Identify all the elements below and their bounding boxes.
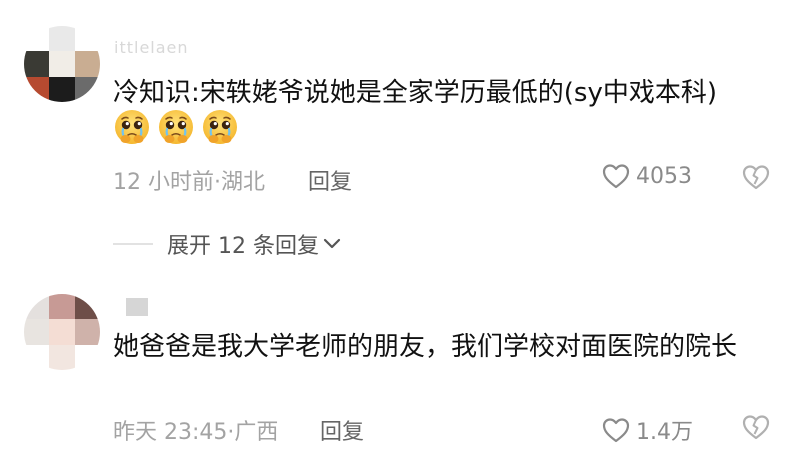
avatar-pixel — [49, 51, 75, 77]
heart-icon — [602, 418, 630, 443]
comment-text: 她爸爸是我大学老师的朋友，我们学校对面医院的院长 — [113, 332, 738, 362]
emoji-row — [113, 108, 239, 146]
avatar-pixel — [49, 319, 75, 345]
username-redacted[interactable] — [126, 298, 148, 316]
avatar-pixel — [74, 294, 100, 320]
avatar-pixel — [49, 344, 75, 370]
like-button[interactable]: 4053 — [602, 163, 692, 189]
reply-button[interactable]: 回复 — [308, 164, 352, 196]
like-count: 1.4万 — [636, 420, 693, 445]
broken-heart-icon — [742, 165, 770, 190]
avatar-pixel — [24, 319, 50, 345]
dislike-button[interactable] — [742, 414, 770, 444]
pleading-face-icon — [157, 108, 195, 146]
comment-meta: 12 小时前·湖北 — [113, 164, 265, 196]
heart-icon — [602, 164, 630, 189]
divider — [113, 243, 153, 245]
comment-meta: 昨天 23:45·广西 — [113, 414, 278, 446]
separator: · — [214, 170, 221, 195]
pleading-face-icon — [113, 108, 151, 146]
broken-heart-icon — [742, 415, 770, 440]
like-button[interactable]: 1.4万 — [602, 414, 693, 446]
avatar[interactable] — [24, 26, 100, 102]
avatar-pixel — [49, 26, 75, 52]
timestamp: 昨天 23:45 — [113, 420, 228, 445]
pleading-face-icon — [201, 108, 239, 146]
avatar-pixel — [24, 344, 50, 370]
location: 广西 — [234, 420, 279, 445]
avatar-pixel — [24, 76, 50, 102]
dislike-button[interactable] — [742, 164, 770, 194]
avatar-pixel — [74, 51, 100, 77]
reply-button[interactable]: 回复 — [320, 414, 364, 446]
expand-replies-button[interactable]: 展开 12 条回复 — [113, 228, 341, 260]
location: 湖北 — [221, 170, 266, 195]
avatar-pixel — [74, 26, 100, 52]
avatar-pixel — [74, 344, 100, 370]
chevron-down-icon — [323, 238, 341, 249]
timestamp: 12 小时前 — [113, 170, 214, 195]
expand-replies-label: 展开 12 条回复 — [167, 234, 319, 259]
username[interactable]: ittlelaen — [114, 38, 189, 57]
avatar-pixel — [74, 319, 100, 345]
avatar-pixel — [24, 26, 50, 52]
avatar[interactable] — [24, 294, 100, 370]
avatar-pixel — [24, 51, 50, 77]
comment-section: ittlelaen 冷知识:宋轶姥爷说她是全家学历最低的(sy中戏本科) 12 … — [0, 0, 800, 449]
avatar-pixel — [49, 76, 75, 102]
avatar-pixel — [24, 294, 50, 320]
like-count: 4053 — [636, 163, 692, 189]
avatar-pixel — [49, 294, 75, 320]
avatar-pixel — [74, 76, 100, 102]
